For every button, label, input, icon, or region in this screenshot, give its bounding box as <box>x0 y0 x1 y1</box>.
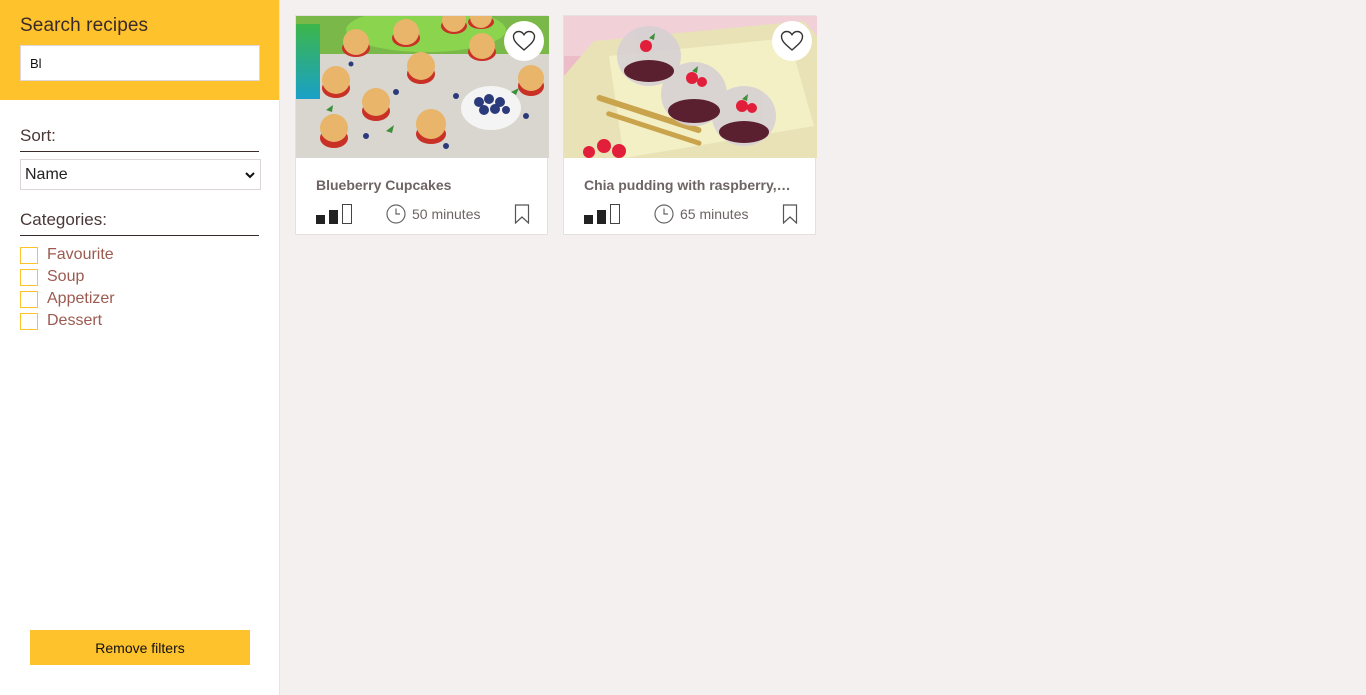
categories-title: Categories: <box>20 210 259 236</box>
sort-select[interactable]: Name <box>20 159 261 190</box>
heart-icon <box>780 30 804 51</box>
recipe-meta: 50 minutes <box>316 204 530 226</box>
search-title: Search recipes <box>20 15 149 36</box>
remove-filters-button[interactable]: Remove filters <box>30 630 250 665</box>
chevron-down-icon <box>245 171 255 178</box>
favourite-button[interactable] <box>504 21 544 61</box>
category-label: Soup <box>47 268 85 285</box>
category-checkbox[interactable] <box>20 290 38 308</box>
recipe-time: 65 minutes <box>654 204 748 224</box>
category-checkbox[interactable] <box>20 246 38 264</box>
category-label: Appetizer <box>47 290 115 307</box>
category-dessert[interactable]: Dessert <box>20 310 259 332</box>
category-label: Favourite <box>47 246 114 263</box>
chia-pudding-photo <box>564 16 817 158</box>
category-soup[interactable]: Soup <box>20 266 259 288</box>
search-input[interactable] <box>20 45 260 81</box>
clock-icon <box>386 204 406 224</box>
clock-icon <box>654 204 674 224</box>
recipe-time: 50 minutes <box>386 204 480 224</box>
bookmark-icon[interactable] <box>514 204 530 224</box>
recipe-title[interactable]: Blueberry Cupcakes <box>316 177 531 193</box>
recipe-time-text: 65 minutes <box>680 206 749 222</box>
difficulty-icon <box>316 204 352 224</box>
recipe-meta: 65 minutes <box>584 204 798 226</box>
recipe-card[interactable]: Chia pudding with raspberry,blu… 65 minu… <box>563 15 817 235</box>
category-label: Dessert <box>47 312 103 329</box>
categories-list: Favourite Soup Appetizer Dessert <box>20 244 259 332</box>
bookmark-icon[interactable] <box>782 204 798 224</box>
recipe-card[interactable]: Blueberry Cupcakes 50 minutes <box>295 15 549 235</box>
category-favourite[interactable]: Favourite <box>20 244 259 266</box>
category-checkbox[interactable] <box>20 312 38 330</box>
sidebar: Search recipes Sort: Name Categories: Fa… <box>0 0 280 695</box>
category-appetizer[interactable]: Appetizer <box>20 288 259 310</box>
category-checkbox[interactable] <box>20 268 38 286</box>
heart-icon <box>512 30 536 51</box>
recipe-time-text: 50 minutes <box>412 206 481 222</box>
search-panel: Search recipes <box>0 0 279 100</box>
difficulty-icon <box>584 204 620 224</box>
sort-selected-value: Name <box>25 165 68 183</box>
sort-title: Sort: <box>20 126 259 152</box>
recipe-title[interactable]: Chia pudding with raspberry,blu… <box>584 177 799 193</box>
sort-section: Sort: Name <box>0 126 279 190</box>
categories-section: Categories: Favourite Soup Appetizer Des… <box>0 210 279 332</box>
blueberry-cupcakes-photo <box>296 16 549 158</box>
favourite-button[interactable] <box>772 21 812 61</box>
